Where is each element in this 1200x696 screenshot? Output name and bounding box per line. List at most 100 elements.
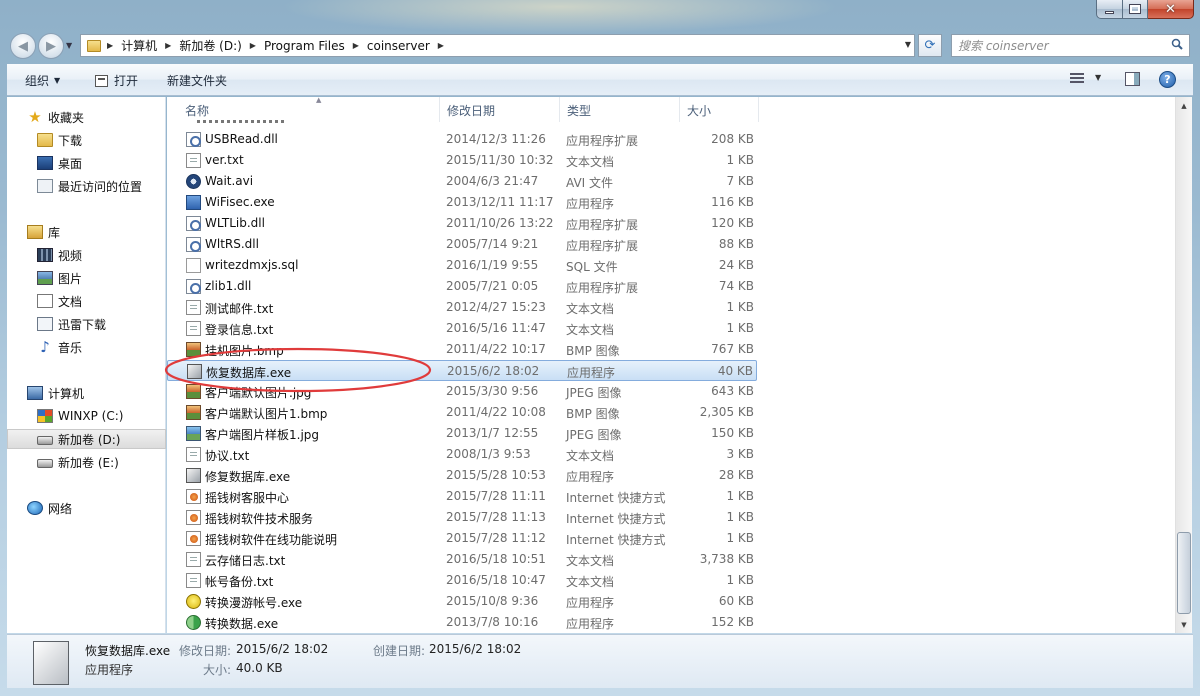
file-type: 应用程序 [566,617,615,631]
refresh-button[interactable]: ⟳ [918,34,942,57]
file-row[interactable]: ver.txt 2015/11/30 10:32 文本文档 1 KB [167,150,757,171]
breadcrumb-separator-icon[interactable]: ▶ [165,41,171,50]
nav-documents[interactable]: 文档 [7,291,166,311]
file-row[interactable]: 云存储日志.txt 2016/5/18 10:51 文本文档 3,738 KB [167,549,757,570]
file-type: 文本文档 [566,302,615,316]
file-row[interactable]: 转换数据.exe 2013/7/8 10:16 应用程序 152 KB [167,612,757,633]
breadcrumb-program-files[interactable]: Program Files [264,39,345,53]
file-row[interactable]: WltRS.dll 2005/7/14 9:21 应用程序扩展 88 KB [167,234,757,255]
file-name: 转换数据.exe [205,617,279,631]
nav-favorites[interactable]: ★ 收藏夹 [7,107,166,127]
close-button[interactable]: ✕ [1148,0,1194,19]
arrow-left-icon: ◀ [18,38,28,54]
file-modified-date: 2015/7/28 11:13 [446,510,546,524]
file-row[interactable]: 摇钱树软件技术服务 2015/7/28 11:13 Internet 快捷方式 1 K… [167,507,757,528]
sort-ascending-icon: ▲ [316,97,322,104]
nav-pictures[interactable]: 图片 [7,268,166,288]
file-row[interactable]: zlib1.dll 2005/7/21 0:05 应用程序扩展 74 KB [167,276,757,297]
file-name: 恢复数据库.exe [206,366,292,380]
file-modified-date: 2014/12/3 11:26 [446,132,546,146]
file-name: 摇钱树客服中心 [205,491,290,505]
nav-videos[interactable]: 视频 [7,245,166,265]
file-row[interactable]: 协议.txt 2008/1/3 9:53 文本文档 3 KB [167,444,757,465]
nav-thunder-downloads[interactable]: 迅雷下载 [7,314,166,334]
file-row[interactable]: WiFisec.exe 2013/12/11 11:17 应用程序 116 KB [167,192,757,213]
nav-recent[interactable]: 最近访问的位置 [7,176,166,196]
file-row[interactable]: WLTLib.dll 2011/10/26 13:22 应用程序扩展 120 KB [167,213,757,234]
file-row[interactable]: 转换漫游帐号.exe 2015/10/8 9:36 应用程序 60 KB [167,591,757,612]
downloads-folder-icon [37,133,53,147]
column-header-date[interactable]: 修改日期 [440,97,560,122]
breadcrumb-separator-icon[interactable]: ▶ [250,41,256,50]
address-bar[interactable]: ▶ 计算机 ▶ 新加卷 (D:) ▶ Program Files ▶ coins… [80,34,915,57]
file-type: 文本文档 [566,554,615,568]
forward-button[interactable]: ▶ [38,33,64,59]
nav-network[interactable]: 网络 [7,498,166,518]
file-name: 转换漫游帐号.exe [205,596,303,610]
help-icon[interactable]: ? [1159,71,1176,88]
nav-libraries[interactable]: 库 [7,222,166,242]
file-row[interactable]: 修复数据库.exe 2015/5/28 10:53 应用程序 28 KB [167,465,757,486]
nav-drive-d[interactable]: 新加卷 (D:) [7,429,166,449]
file-size: 120 KB [711,216,754,230]
nav-computer[interactable]: 计算机 [7,383,166,403]
minimize-button[interactable] [1096,0,1123,19]
recent-pages-dropdown[interactable]: ▼ [66,41,72,50]
nav-desktop[interactable]: 桌面 [7,153,166,173]
file-row[interactable]: 客户端默认图片1.bmp 2011/4/22 10:08 BMP 图像 2,305 K… [167,402,757,423]
search-icon[interactable] [1171,38,1183,50]
breadcrumb-separator-icon[interactable]: ▶ [353,41,359,50]
file-list: ▲ 名称 修改日期 类型 大小 USBRead.dll 2014/12/3 11:… [167,97,1175,633]
scroll-up-button[interactable]: ▲ [1176,97,1192,114]
maximize-button[interactable] [1123,0,1148,19]
column-header-name[interactable]: ▲ 名称 [178,97,440,122]
file-type: Internet 快捷方式 [566,533,666,547]
back-button[interactable]: ◀ [10,33,36,59]
file-row[interactable]: USBRead.dll 2014/12/3 11:26 应用程序扩展 208 KB [167,129,757,150]
file-row[interactable]: 帐号备份.txt 2016/5/18 10:47 文本文档 1 KB [167,570,757,591]
breadcrumb-computer[interactable]: 计算机 [121,37,157,54]
breadcrumb-drive-d[interactable]: 新加卷 (D:) [179,37,241,54]
nav-downloads[interactable]: 下载 [7,130,166,150]
nav-drive-c[interactable]: WINXP (C:) [7,406,166,426]
nav-music[interactable]: ♪ 音乐 [7,337,166,357]
breadcrumb-separator-icon[interactable]: ▶ [107,41,113,50]
search-input[interactable] [958,38,1158,53]
file-row[interactable]: 恢复数据库.exe 2015/6/2 18:02 应用程序 40 KB [167,360,757,381]
column-header-size[interactable]: 大小 [680,97,759,122]
file-name: 修复数据库.exe [205,470,291,484]
open-button[interactable]: 打开 [95,72,138,89]
maximize-icon [1129,4,1141,14]
nav-drive-e[interactable]: 新加卷 (E:) [7,452,166,472]
new-folder-button[interactable]: 新建文件夹 [167,72,227,89]
file-row[interactable]: 客户端图片样板1.jpg 2013/1/7 12:55 JPEG 图像 150 KB [167,423,757,444]
search-box[interactable] [951,34,1190,57]
organize-button[interactable]: 组织 ▼ [25,72,60,89]
vertical-scrollbar[interactable]: ▲ ▼ [1175,97,1192,633]
file-row[interactable]: 登录信息.txt 2016/5/16 11:47 文本文档 1 KB [167,318,757,339]
scroll-down-button[interactable]: ▼ [1176,616,1192,633]
breadcrumb-separator-icon[interactable]: ▶ [438,41,444,50]
file-name: 客户端图片样板1.jpg [205,428,320,442]
title-bar-background [280,0,840,34]
address-history-dropdown[interactable]: ▼ [905,40,911,49]
command-bar: 组织 ▼ 打开 新建文件夹 ▼ ? [7,64,1193,96]
breadcrumb-coinserver[interactable]: coinserver [367,39,430,53]
shortcut-icon [186,531,201,546]
file-row[interactable]: 挂机图片.bmp 2011/4/22 10:17 BMP 图像 767 KB [167,339,757,360]
change-view-icon[interactable] [1070,73,1084,85]
file-type: 应用程序 [566,197,615,211]
file-row[interactable]: Wait.avi 2004/6/3 21:47 AVI 文件 7 KB [167,171,757,192]
file-row[interactable]: 客户端默认图片.jpg 2015/3/30 9:56 JPEG 图像 643 KB [167,381,757,402]
open-label: 打开 [114,74,139,88]
file-row[interactable]: writezdmxjs.sql 2016/1/19 9:55 SQL 文件 24 KB [167,255,757,276]
file-modified-date: 2005/7/14 9:21 [446,237,539,251]
preview-pane-icon[interactable] [1125,72,1140,86]
text-file-icon [186,552,201,567]
file-row[interactable]: 摇钱树软件在线功能说明 2015/7/28 11:12 Internet 快捷方式 1… [167,528,757,549]
column-header-type[interactable]: 类型 [560,97,680,122]
file-row[interactable]: 摇钱树客服中心 2015/7/28 11:11 Internet 快捷方式 1 KB [167,486,757,507]
view-options-dropdown[interactable]: ▼ [1095,73,1101,82]
scroll-thumb[interactable] [1177,532,1191,614]
file-row[interactable]: 测试邮件.txt 2012/4/27 15:23 文本文档 1 KB [167,297,757,318]
